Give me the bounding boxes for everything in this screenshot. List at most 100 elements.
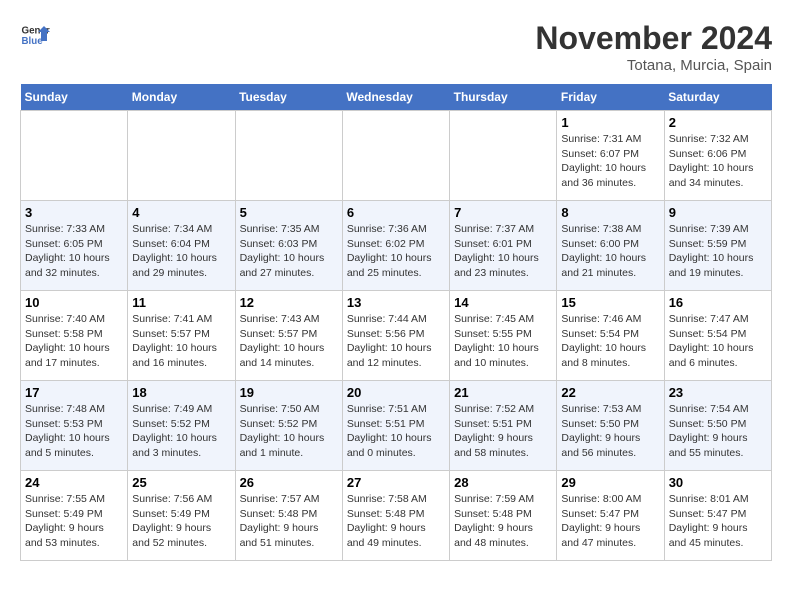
day-number: 18 xyxy=(132,385,230,400)
day-cell xyxy=(235,111,342,201)
day-cell: 28 Sunrise: 7:59 AM Sunset: 5:48 PM Dayli… xyxy=(450,471,557,561)
day-number: 2 xyxy=(669,115,767,130)
day-cell: 24 Sunrise: 7:55 AM Sunset: 5:49 PM Dayli… xyxy=(21,471,128,561)
day-info: Sunrise: 7:59 AM Sunset: 5:48 PM Dayligh… xyxy=(454,492,552,551)
day-info: Sunrise: 7:50 AM Sunset: 5:52 PM Dayligh… xyxy=(240,402,338,461)
day-cell: 15 Sunrise: 7:46 AM Sunset: 5:54 PM Dayli… xyxy=(557,291,664,381)
day-number: 27 xyxy=(347,475,445,490)
day-number: 17 xyxy=(25,385,123,400)
day-info: Sunrise: 7:33 AM Sunset: 6:05 PM Dayligh… xyxy=(25,222,123,281)
logo-icon: General Blue xyxy=(20,20,50,50)
day-info: Sunrise: 7:58 AM Sunset: 5:48 PM Dayligh… xyxy=(347,492,445,551)
day-number: 15 xyxy=(561,295,659,310)
day-info: Sunrise: 7:45 AM Sunset: 5:55 PM Dayligh… xyxy=(454,312,552,371)
day-info: Sunrise: 7:40 AM Sunset: 5:58 PM Dayligh… xyxy=(25,312,123,371)
day-number: 11 xyxy=(132,295,230,310)
day-number: 30 xyxy=(669,475,767,490)
day-info: Sunrise: 7:47 AM Sunset: 5:54 PM Dayligh… xyxy=(669,312,767,371)
day-cell: 5 Sunrise: 7:35 AM Sunset: 6:03 PM Daylig… xyxy=(235,201,342,291)
day-cell: 12 Sunrise: 7:43 AM Sunset: 5:57 PM Dayli… xyxy=(235,291,342,381)
day-info: Sunrise: 7:34 AM Sunset: 6:04 PM Dayligh… xyxy=(132,222,230,281)
week-row-4: 17 Sunrise: 7:48 AM Sunset: 5:53 PM Dayli… xyxy=(21,381,772,471)
week-row-2: 3 Sunrise: 7:33 AM Sunset: 6:05 PM Daylig… xyxy=(21,201,772,291)
day-cell xyxy=(342,111,449,201)
weekday-header-tuesday: Tuesday xyxy=(235,84,342,111)
day-cell: 13Sunrise: 7:44 AM Sunset: 5:56 PM Dayli… xyxy=(342,291,449,381)
day-number: 19 xyxy=(240,385,338,400)
day-number: 5 xyxy=(240,205,338,220)
day-info: Sunrise: 7:41 AM Sunset: 5:57 PM Dayligh… xyxy=(132,312,230,371)
day-cell: 22Sunrise: 7:53 AM Sunset: 5:50 PM Dayli… xyxy=(557,381,664,471)
day-number: 8 xyxy=(561,205,659,220)
day-number: 10 xyxy=(25,295,123,310)
day-number: 24 xyxy=(25,475,123,490)
day-cell: 25Sunrise: 7:56 AM Sunset: 5:49 PM Dayli… xyxy=(128,471,235,561)
day-info: Sunrise: 7:51 AM Sunset: 5:51 PM Dayligh… xyxy=(347,402,445,461)
day-cell: 30Sunrise: 8:01 AM Sunset: 5:47 PM Dayli… xyxy=(664,471,771,561)
day-number: 7 xyxy=(454,205,552,220)
day-number: 1 xyxy=(561,115,659,130)
day-cell xyxy=(21,111,128,201)
day-number: 6 xyxy=(347,205,445,220)
weekday-header-wednesday: Wednesday xyxy=(342,84,449,111)
day-cell: 2 Sunrise: 7:32 AM Sunset: 6:06 PM Daylig… xyxy=(664,111,771,201)
day-cell: 26 Sunrise: 7:57 AM Sunset: 5:48 PM Dayli… xyxy=(235,471,342,561)
day-number: 26 xyxy=(240,475,338,490)
weekday-header-monday: Monday xyxy=(128,84,235,111)
day-info: Sunrise: 7:43 AM Sunset: 5:57 PM Dayligh… xyxy=(240,312,338,371)
day-info: Sunrise: 7:32 AM Sunset: 6:06 PM Dayligh… xyxy=(669,132,767,191)
day-info: Sunrise: 7:55 AM Sunset: 5:49 PM Dayligh… xyxy=(25,492,123,551)
header: General Blue November 2024 Totana, Murci… xyxy=(20,20,772,74)
location-subtitle: Totana, Murcia, Spain xyxy=(535,57,772,74)
day-number: 25 xyxy=(132,475,230,490)
day-info: Sunrise: 7:38 AM Sunset: 6:00 PM Dayligh… xyxy=(561,222,659,281)
day-number: 21 xyxy=(454,385,552,400)
weekday-header-sunday: Sunday xyxy=(21,84,128,111)
day-number: 20 xyxy=(347,385,445,400)
day-cell: 9Sunrise: 7:39 AM Sunset: 5:59 PM Daylig… xyxy=(664,201,771,291)
day-info: Sunrise: 7:52 AM Sunset: 5:51 PM Dayligh… xyxy=(454,402,552,461)
day-info: Sunrise: 7:39 AM Sunset: 5:59 PM Dayligh… xyxy=(669,222,767,281)
day-info: Sunrise: 7:31 AM Sunset: 6:07 PM Dayligh… xyxy=(561,132,659,191)
day-cell: 7 Sunrise: 7:37 AM Sunset: 6:01 PM Daylig… xyxy=(450,201,557,291)
calendar-table: SundayMondayTuesdayWednesdayThursdayFrid… xyxy=(20,84,772,561)
day-cell: 29 Sunrise: 8:00 AM Sunset: 5:47 PM Dayli… xyxy=(557,471,664,561)
day-cell: 10 Sunrise: 7:40 AM Sunset: 5:58 PM Dayli… xyxy=(21,291,128,381)
day-cell: 19 Sunrise: 7:50 AM Sunset: 5:52 PM Dayli… xyxy=(235,381,342,471)
day-info: Sunrise: 8:00 AM Sunset: 5:47 PM Dayligh… xyxy=(561,492,659,551)
day-info: Sunrise: 7:44 AM Sunset: 5:56 PM Dayligh… xyxy=(347,312,445,371)
weekday-header-saturday: Saturday xyxy=(664,84,771,111)
day-cell: 14Sunrise: 7:45 AM Sunset: 5:55 PM Dayli… xyxy=(450,291,557,381)
day-info: Sunrise: 7:48 AM Sunset: 5:53 PM Dayligh… xyxy=(25,402,123,461)
day-number: 12 xyxy=(240,295,338,310)
day-cell: 21 Sunrise: 7:52 AM Sunset: 5:51 PM Dayli… xyxy=(450,381,557,471)
day-cell: 18Sunrise: 7:49 AM Sunset: 5:52 PM Dayli… xyxy=(128,381,235,471)
title-area: November 2024 Totana, Murcia, Spain xyxy=(535,20,772,74)
day-cell: 4 Sunrise: 7:34 AM Sunset: 6:04 PM Daylig… xyxy=(128,201,235,291)
day-number: 28 xyxy=(454,475,552,490)
day-number: 4 xyxy=(132,205,230,220)
svg-text:Blue: Blue xyxy=(22,36,44,47)
day-info: Sunrise: 7:35 AM Sunset: 6:03 PM Dayligh… xyxy=(240,222,338,281)
month-title: November 2024 xyxy=(535,20,772,57)
week-row-1: 1 Sunrise: 7:31 AM Sunset: 6:07 PM Daylig… xyxy=(21,111,772,201)
day-cell: 3 Sunrise: 7:33 AM Sunset: 6:05 PM Daylig… xyxy=(21,201,128,291)
day-cell: 1 Sunrise: 7:31 AM Sunset: 6:07 PM Daylig… xyxy=(557,111,664,201)
day-number: 22 xyxy=(561,385,659,400)
day-cell xyxy=(128,111,235,201)
day-cell: 20 Sunrise: 7:51 AM Sunset: 5:51 PM Dayli… xyxy=(342,381,449,471)
day-info: Sunrise: 7:46 AM Sunset: 5:54 PM Dayligh… xyxy=(561,312,659,371)
day-info: Sunrise: 7:37 AM Sunset: 6:01 PM Dayligh… xyxy=(454,222,552,281)
day-info: Sunrise: 7:36 AM Sunset: 6:02 PM Dayligh… xyxy=(347,222,445,281)
day-info: Sunrise: 7:57 AM Sunset: 5:48 PM Dayligh… xyxy=(240,492,338,551)
day-cell: 17 Sunrise: 7:48 AM Sunset: 5:53 PM Dayli… xyxy=(21,381,128,471)
day-cell: 11 Sunrise: 7:41 AM Sunset: 5:57 PM Dayli… xyxy=(128,291,235,381)
week-row-3: 10 Sunrise: 7:40 AM Sunset: 5:58 PM Dayli… xyxy=(21,291,772,381)
week-row-5: 24 Sunrise: 7:55 AM Sunset: 5:49 PM Dayli… xyxy=(21,471,772,561)
day-info: Sunrise: 7:54 AM Sunset: 5:50 PM Dayligh… xyxy=(669,402,767,461)
day-number: 3 xyxy=(25,205,123,220)
day-cell: 16Sunrise: 7:47 AM Sunset: 5:54 PM Dayli… xyxy=(664,291,771,381)
day-cell: 6 Sunrise: 7:36 AM Sunset: 6:02 PM Daylig… xyxy=(342,201,449,291)
day-number: 29 xyxy=(561,475,659,490)
day-number: 23 xyxy=(669,385,767,400)
